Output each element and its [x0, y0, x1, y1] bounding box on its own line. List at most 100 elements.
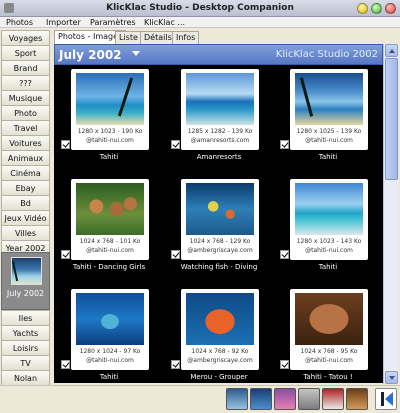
- sidebar-item-voyages[interactable]: Voyages: [1, 30, 50, 46]
- dock-thumbnail-3[interactable]: [274, 388, 296, 410]
- photo-cell[interactable]: 1285 x 1282 - 139 Ko @amanresorts.com Aman…: [164, 65, 274, 173]
- tab-infos[interactable]: Infos: [172, 31, 200, 44]
- photo-thumbnail[interactable]: [186, 73, 254, 125]
- sidebar-item-july-2002[interactable]: July 2002: [1, 252, 50, 310]
- select-checkbox[interactable]: [61, 360, 70, 369]
- sidebar-item-animaux[interactable]: Animaux: [1, 150, 50, 166]
- photo-card[interactable]: 1280 x 1025 - 139 Ko @tahiti-nui.com: [290, 69, 368, 150]
- photo-card[interactable]: 1280 x 1024 - 97 Ko @tahiti-nui.com: [71, 289, 149, 370]
- photo-source: @tahiti-nui.com: [86, 137, 134, 144]
- menu-parametres[interactable]: Paramètres: [90, 17, 136, 28]
- view-tabs: Photos - Images Liste Détails Infos: [54, 30, 400, 44]
- sidebar-item-photo[interactable]: Photo: [1, 105, 50, 121]
- photo-source: @tahiti-nui.com: [305, 247, 353, 254]
- sidebar-item-yachts[interactable]: Yachts: [1, 325, 50, 341]
- bottom-dock: [0, 385, 400, 413]
- photo-caption: Tahiti: [99, 373, 119, 381]
- brand-label: KlicKlac Studio 2002: [275, 49, 378, 60]
- tab-details[interactable]: Détails: [140, 31, 176, 44]
- photo-cell[interactable]: 1280 x 1025 - 139 Ko @tahiti-nui.com Tahit…: [273, 65, 383, 173]
- sidebar-item-villes[interactable]: Villes: [1, 225, 50, 241]
- photo-thumbnail[interactable]: [295, 73, 363, 125]
- sidebar-item-nolan[interactable]: Nolan: [1, 370, 50, 386]
- photo-caption: Tahiti: [318, 153, 338, 161]
- dock-thumbnail-5[interactable]: [322, 388, 344, 410]
- photo-cell[interactable]: 1280 x 1023 - 143 Ko @tahiti-nui.com Tahit…: [273, 175, 383, 283]
- photo-thumbnail[interactable]: [76, 183, 144, 235]
- sidebar-item-cinema[interactable]: Cinéma: [1, 165, 50, 181]
- sidebar-item-unknown[interactable]: ???: [1, 75, 50, 91]
- sidebar-selected-label: July 2002: [6, 289, 45, 298]
- select-checkbox[interactable]: [171, 140, 180, 149]
- photo-card[interactable]: 1280 x 1023 - 190 Ko @tahiti-nui.com: [71, 69, 149, 150]
- photo-dimensions: 1285 x 1282 - 139 Ko: [187, 128, 253, 135]
- photo-dimensions: 1024 x 768 - 92 Ko: [191, 348, 249, 355]
- select-checkbox[interactable]: [280, 360, 289, 369]
- photo-source: @ambergriscaye.com: [187, 247, 253, 254]
- minimize-button[interactable]: [357, 3, 368, 14]
- photo-caption: Merou - Grouper: [190, 373, 248, 381]
- photo-thumbnail[interactable]: [295, 293, 363, 345]
- july-2002-thumbnail: [11, 257, 42, 285]
- sidebar-item-tv[interactable]: TV: [1, 355, 50, 371]
- photo-card[interactable]: 1024 x 768 - 101 Ko @tahiti-nui.com: [71, 179, 149, 260]
- photo-caption: Amanresorts: [196, 153, 242, 161]
- photo-card[interactable]: 1285 x 1282 - 139 Ko @amanresorts.com: [181, 69, 259, 150]
- select-checkbox[interactable]: [61, 250, 70, 259]
- sidebar-item-loisirs[interactable]: Loisirs: [1, 340, 50, 356]
- scroll-thumb[interactable]: [385, 58, 398, 180]
- select-checkbox[interactable]: [171, 250, 180, 259]
- photo-cell[interactable]: 1024 x 768 - 101 Ko @tahiti-nui.com Tahiti…: [54, 175, 164, 283]
- sidebar-item-musique[interactable]: Musique: [1, 90, 50, 106]
- photo-card[interactable]: 1024 x 768 - 92 Ko @ambergriscaye.com: [181, 289, 259, 370]
- menu-bar: Photos Importer Paramètres KlicKlac ...: [0, 17, 400, 28]
- close-button[interactable]: [385, 3, 396, 14]
- menu-importer[interactable]: Importer: [46, 17, 81, 28]
- menu-photos[interactable]: Photos: [6, 17, 33, 28]
- dock-thumbnail-6[interactable]: [346, 388, 368, 410]
- photo-card[interactable]: 1024 x 768 - 95 Ko @tahiti-nui.com: [290, 289, 368, 370]
- scroll-down-icon[interactable]: [385, 371, 398, 384]
- photo-cell[interactable]: 1024 x 768 - 129 Ko @ambergriscaye.com Wat…: [164, 175, 274, 283]
- sidebar-item-voitures[interactable]: Voitures: [1, 135, 50, 151]
- photo-thumbnail[interactable]: [76, 73, 144, 125]
- vertical-scrollbar[interactable]: [383, 44, 398, 384]
- photo-card[interactable]: 1280 x 1023 - 143 Ko @tahiti-nui.com: [290, 179, 368, 260]
- dock-thumbnail-4[interactable]: [298, 388, 320, 410]
- select-checkbox[interactable]: [280, 250, 289, 259]
- sidebar-item-iles[interactable]: Iles: [1, 310, 50, 326]
- photo-cell[interactable]: 1280 x 1023 - 190 Ko @tahiti-nui.com Tahit…: [54, 65, 164, 173]
- sidebar-item-jeux-video[interactable]: Jeux Vidéo: [1, 210, 50, 226]
- klicklac-logo-icon[interactable]: [375, 388, 397, 410]
- photo-source: @tahiti-nui.com: [86, 357, 134, 364]
- photo-thumbnail[interactable]: [295, 183, 363, 235]
- dock-thumbnail-1[interactable]: [226, 388, 248, 410]
- sidebar-item-brand[interactable]: Brand: [1, 60, 50, 76]
- tab-liste[interactable]: Liste: [115, 31, 142, 44]
- sidebar-item-travel[interactable]: Travel: [1, 120, 50, 136]
- dock-thumbnail-2[interactable]: [250, 388, 272, 410]
- photo-cell[interactable]: 1024 x 768 - 92 Ko @ambergriscaye.com Mero…: [164, 285, 274, 383]
- select-checkbox[interactable]: [61, 140, 70, 149]
- chevron-down-icon[interactable]: [132, 51, 140, 56]
- sidebar-item-sport[interactable]: Sport: [1, 45, 50, 61]
- sidebar-item-ebay[interactable]: Ebay: [1, 180, 50, 196]
- photo-thumbnail[interactable]: [186, 293, 254, 345]
- scroll-up-icon[interactable]: [385, 44, 398, 57]
- photo-thumbnail[interactable]: [186, 183, 254, 235]
- album-period[interactable]: July 2002: [59, 48, 122, 62]
- photo-dimensions: 1280 x 1024 - 97 Ko: [79, 348, 141, 355]
- photo-card[interactable]: 1024 x 768 - 129 Ko @ambergriscaye.com: [181, 179, 259, 260]
- photo-dimensions: 1280 x 1023 - 190 Ko: [77, 128, 143, 135]
- maximize-button[interactable]: [371, 3, 382, 14]
- photo-source: @amanresorts.com: [190, 137, 250, 144]
- photo-dimensions: 1024 x 768 - 129 Ko: [189, 238, 251, 245]
- photo-thumbnail[interactable]: [76, 293, 144, 345]
- photo-caption: Tahiti: [99, 153, 119, 161]
- sidebar-item-bd[interactable]: Bd: [1, 195, 50, 211]
- photo-cell[interactable]: 1024 x 768 - 95 Ko @tahiti-nui.com Tahiti …: [273, 285, 383, 383]
- select-checkbox[interactable]: [280, 140, 289, 149]
- menu-klicklac[interactable]: KlicKlac ...: [144, 17, 185, 28]
- select-checkbox[interactable]: [171, 360, 180, 369]
- photo-cell[interactable]: 1280 x 1024 - 97 Ko @tahiti-nui.com Tahiti: [54, 285, 164, 383]
